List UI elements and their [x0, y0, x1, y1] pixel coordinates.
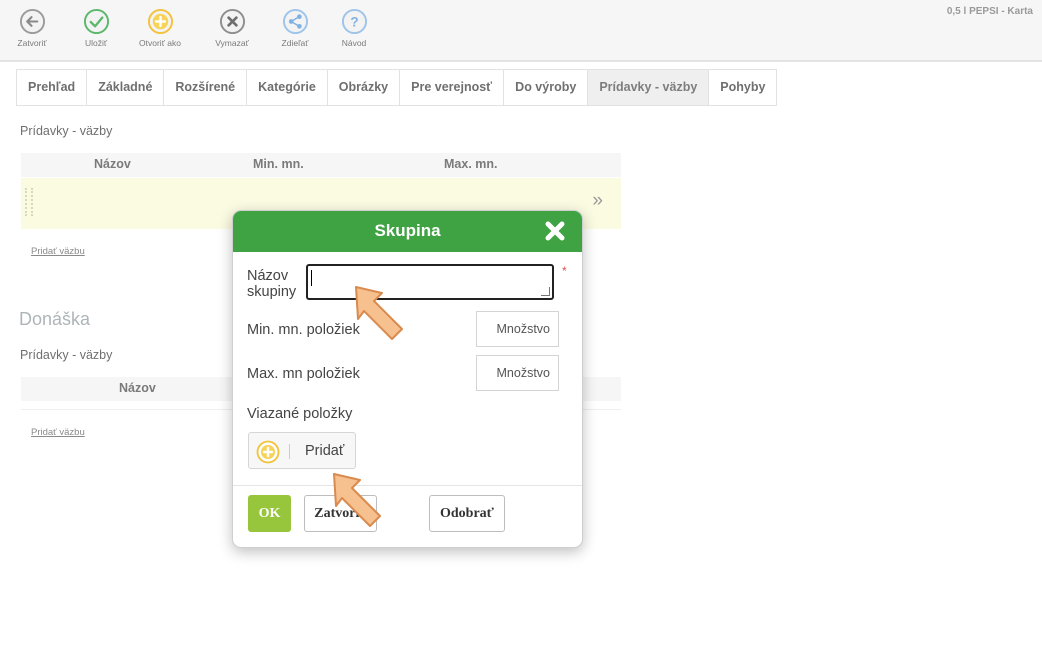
svg-text:?: ?	[350, 14, 358, 29]
delete-button[interactable]: Vymazať	[205, 8, 259, 58]
delete-x-icon	[219, 8, 245, 35]
close-icon[interactable]	[544, 220, 566, 242]
group-name-input[interactable]	[306, 264, 554, 300]
tab-images[interactable]: Obrázky	[328, 70, 401, 105]
open-as-label: Otvoriť ako	[139, 38, 181, 48]
tab-movements[interactable]: Pohyby	[709, 70, 776, 105]
tab-production[interactable]: Do výroby	[504, 70, 589, 105]
max-quantity-input[interactable]: Množstvo	[476, 355, 559, 391]
drag-handle-icon[interactable]	[25, 188, 33, 216]
group-name-label-line2: skupiny	[247, 284, 297, 300]
column-header-min: Min. mn.	[253, 157, 304, 171]
group-dialog: Skupina Názov skupiny * Min. mn. položie…	[232, 210, 583, 548]
save-button[interactable]: Uložiť	[69, 8, 123, 58]
tab-addons[interactable]: Prídavky - väzby	[588, 70, 710, 105]
button-divider	[289, 444, 290, 459]
tab-categories[interactable]: Kategórie	[247, 70, 328, 105]
text-caret	[311, 270, 312, 286]
check-icon	[83, 8, 109, 35]
help-button[interactable]: ? Návod	[327, 8, 381, 58]
linked-items-label: Viazané položky	[247, 406, 353, 422]
tab-bar: Prehľad Základné Rozšírené Kategórie Obr…	[16, 69, 778, 106]
share-icon	[282, 8, 308, 35]
save-label: Uložiť	[84, 38, 108, 48]
max-items-label: Max. mn položiek	[247, 366, 360, 382]
remove-button[interactable]: Odobrať	[429, 495, 505, 532]
share-label: Zdieľať	[281, 38, 309, 48]
min-quantity-input[interactable]: Množstvo	[476, 311, 559, 347]
section-title: Prídavky - väzby	[20, 124, 113, 138]
add-item-label: Pridať	[305, 443, 345, 459]
grid-header: Názov Min. mn. Max. mn.	[21, 153, 621, 177]
plus-circle-icon	[256, 440, 280, 464]
document-title: 0,5 l PEPSI - Karta	[946, 6, 1033, 17]
group-name-label-line1: Názov	[247, 268, 289, 284]
column-header-name-2: Názov	[119, 381, 156, 395]
required-indicator: *	[562, 264, 567, 278]
add-link[interactable]: Pridať väzbu	[31, 246, 85, 257]
ok-button[interactable]: OK	[248, 495, 291, 532]
add-link-2[interactable]: Pridať väzbu	[31, 427, 85, 438]
tab-overview[interactable]: Prehľad	[17, 70, 88, 105]
column-header-name: Názov	[94, 157, 131, 171]
close-toolbar-button[interactable]: Zatvoriť	[5, 8, 59, 58]
close-toolbar-label: Zatvoriť	[17, 38, 47, 48]
add-item-button[interactable]: Pridať	[248, 432, 356, 469]
help-icon: ?	[341, 8, 367, 35]
dialog-footer-divider	[233, 485, 582, 486]
plus-circle-icon	[147, 8, 173, 35]
delete-label: Vymazať	[215, 38, 249, 48]
tab-public[interactable]: Pre verejnosť	[400, 70, 505, 105]
open-as-button[interactable]: Otvoriť ako	[133, 8, 187, 58]
toolbar: Zatvoriť Uložiť Otvoriť ako Vymazať Zdie…	[0, 0, 1042, 62]
help-label: Návod	[341, 38, 367, 48]
dialog-header: Skupina	[233, 211, 582, 252]
group-name-label: Názov skupiny	[247, 268, 296, 300]
tab-basic[interactable]: Základné	[87, 70, 165, 105]
expand-row-icon[interactable]: »	[592, 190, 603, 212]
tab-extended[interactable]: Rozšírené	[164, 70, 248, 105]
min-items-label: Min. mn. položiek	[247, 322, 360, 338]
column-header-max: Max. mn.	[444, 157, 498, 171]
arrow-left-icon	[19, 8, 45, 35]
close-button[interactable]: Zatvoriť	[304, 495, 377, 532]
section-heading: Donáška	[19, 309, 91, 329]
section-title-2: Prídavky - väzby	[20, 348, 113, 362]
share-button[interactable]: Zdieľať	[268, 8, 322, 58]
dialog-title: Skupina	[374, 221, 441, 240]
resize-grip-icon[interactable]	[541, 287, 550, 296]
